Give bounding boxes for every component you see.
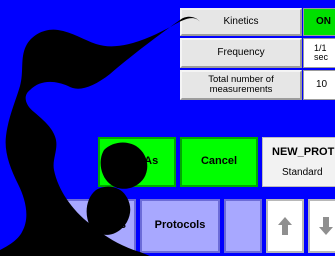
protocol-name: NEW_PROT xyxy=(272,146,335,158)
param-frequency-button[interactable]: Frequency xyxy=(180,38,302,68)
param-frequency-label: Frequency xyxy=(217,46,265,58)
param-total-measurements-button[interactable]: Total number of measurements xyxy=(180,70,302,100)
param-kinetics-label: Kinetics xyxy=(223,15,259,27)
protocols-button[interactable]: Protocols xyxy=(140,199,220,253)
param-kinetics-button[interactable]: Kinetics xyxy=(180,8,302,36)
protocol-info-panel: NEW_PROT Standard xyxy=(262,137,335,187)
scroll-up-button[interactable] xyxy=(266,199,304,253)
param-frequency-value: 1/1 sec xyxy=(303,38,335,68)
arrow-up-icon xyxy=(278,217,292,235)
touch-screen: Kinetics ON Frequency 1/1 sec Total numb… xyxy=(0,0,335,256)
protocol-type: Standard xyxy=(282,167,323,178)
tools-button[interactable]: Tools xyxy=(56,199,136,253)
param-kinetics-value: ON xyxy=(303,8,335,36)
save-as-button[interactable]: Save As xyxy=(98,137,176,187)
blank-button[interactable] xyxy=(224,199,262,253)
param-total-measurements-label: Total number of measurements xyxy=(208,74,274,95)
cancel-button[interactable]: Cancel xyxy=(180,137,258,187)
scroll-down-button[interactable] xyxy=(308,199,335,253)
arrow-down-icon xyxy=(319,217,333,235)
param-total-measurements-value: 10 xyxy=(303,70,335,100)
